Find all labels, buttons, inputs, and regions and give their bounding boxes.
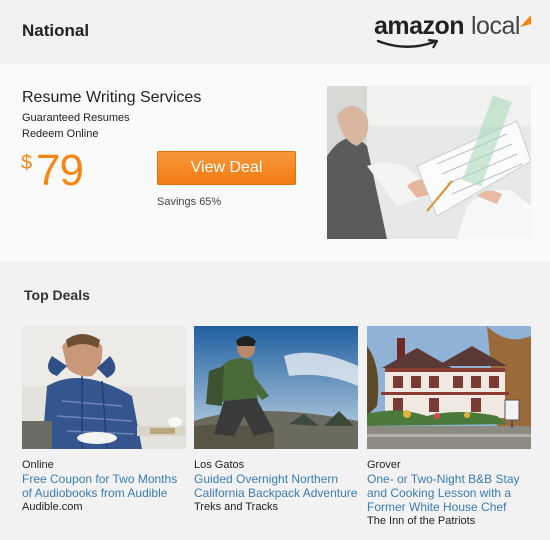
deal-card-location: Los Gatos — [194, 459, 245, 471]
logo-local-text: local — [471, 12, 520, 40]
deal-card-image[interactable] — [367, 326, 531, 449]
price-currency: $ — [21, 152, 33, 174]
deal-card-title-link[interactable]: One- or Two-Night B&B Stay and Cooking L… — [367, 472, 531, 514]
backpacker-mountain-photo — [194, 326, 358, 449]
featured-deal-redeem: Redeem Online — [22, 128, 99, 140]
deal-card-merchant: Audible.com — [22, 501, 83, 513]
deal-card-merchant: Treks and Tracks — [194, 501, 278, 513]
smile-arrow-icon — [376, 38, 439, 49]
resume-meeting-photo — [327, 86, 531, 239]
savings-label: Savings 65% — [157, 196, 222, 208]
logo-amazon-text: amazon — [374, 12, 465, 40]
deal-card[interactable]: Los Gatos Guided Overnight Northern Cali… — [194, 326, 358, 514]
deal-card-location: Online — [22, 459, 54, 471]
deal-card-image[interactable] — [194, 326, 358, 449]
amazon-local-logo[interactable]: amazon local — [374, 12, 534, 49]
man-relaxing-photo — [22, 326, 186, 449]
view-deal-button[interactable]: View Deal — [157, 151, 296, 185]
featured-deal: Resume Writing Services Guaranteed Resum… — [0, 64, 550, 262]
deal-card-location: Grover — [367, 459, 401, 471]
deal-card-title-link[interactable]: Guided Overnight Northern California Bac… — [194, 472, 358, 500]
featured-deal-title[interactable]: Resume Writing Services — [22, 89, 201, 107]
deal-card-merchant: The Inn of the Patriots — [367, 515, 476, 527]
deal-card-image[interactable] — [22, 326, 186, 449]
featured-deal-image[interactable] — [327, 86, 531, 239]
price-amount: 79 — [36, 146, 84, 195]
featured-deal-subtitle: Guaranteed Resumes — [22, 112, 130, 124]
deal-card[interactable]: Online Free Coupon for Two Months of Aud… — [22, 326, 186, 514]
region-label: National — [22, 21, 90, 40]
orange-flag-icon — [520, 15, 531, 27]
header: National amazon local — [0, 0, 550, 64]
deal-card-title-link[interactable]: Free Coupon for Two Months of Audiobooks… — [22, 472, 186, 500]
deal-card[interactable]: Grover One- or Two-Night B&B Stay and Co… — [367, 326, 531, 528]
top-deals-heading: Top Deals — [24, 287, 90, 303]
victorian-inn-photo — [367, 326, 531, 449]
